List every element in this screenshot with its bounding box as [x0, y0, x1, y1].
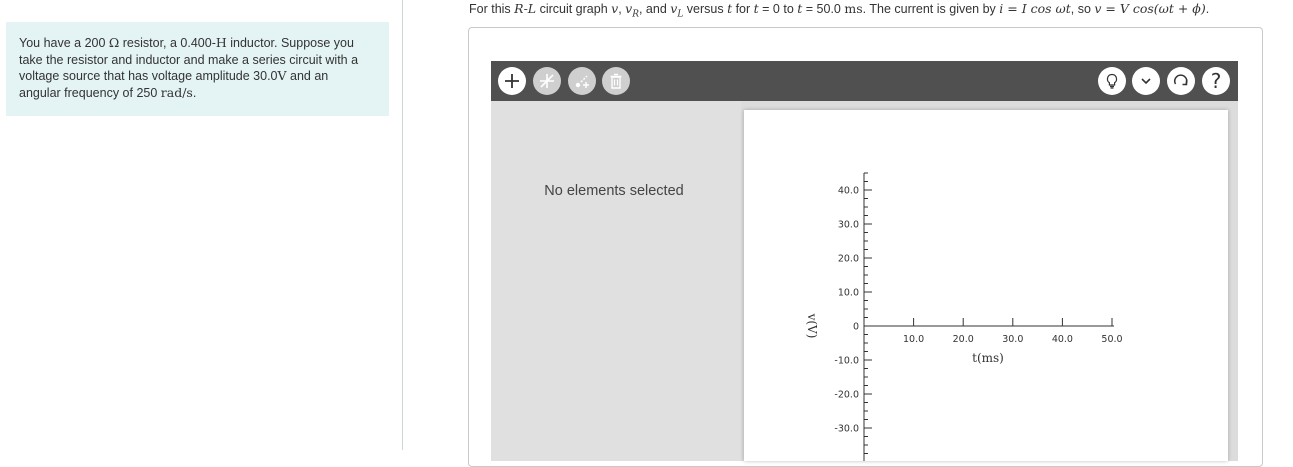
- problem-text: take the resistor and inductor and make …: [19, 52, 359, 67]
- element-properties-pane: No elements selected: [491, 101, 741, 461]
- henry-unit: H: [215, 35, 227, 50]
- more-options-button[interactable]: [1132, 67, 1160, 95]
- y-tick-label: -20.0: [834, 390, 859, 401]
- x-axis-label: t(ms): [972, 351, 1004, 365]
- question-fragment: .: [1205, 2, 1210, 16]
- ohm-symbol: Ω: [108, 35, 120, 50]
- problem-text: You have a 200: [19, 36, 109, 50]
- problem-line-1: You have a 200 Ω resistor, a 0.400-H ind…: [19, 35, 376, 52]
- y-tick-label: -30.0: [834, 424, 859, 435]
- problem-text: and an: [286, 69, 329, 83]
- help-button[interactable]: ?: [1202, 67, 1230, 95]
- x-tick-label: 10.0: [903, 334, 924, 345]
- add-element-button[interactable]: [498, 67, 526, 95]
- problem-text: inductor. Suppose you: [226, 36, 354, 50]
- problem-text: resistor, a 0.400-: [119, 36, 216, 50]
- problem-text: voltage source that has voltage amplitud…: [19, 69, 278, 83]
- lightbulb-icon: [1106, 73, 1118, 89]
- no-selection-message: No elements selected: [544, 183, 684, 199]
- problem-line-2: take the resistor and inductor and make …: [19, 52, 376, 69]
- math-vr-subscript: R: [632, 9, 639, 20]
- question-fragment: circuit graph: [536, 2, 612, 16]
- problem-line-4: angular frequency of 250 rad/s.: [19, 85, 376, 102]
- graph-canvas[interactable]: 40.0 30.0 20.0 10.0 0 -10.0 -20.0 -30.0 10.0 20.0…: [744, 110, 1228, 461]
- add-point-button[interactable]: [568, 67, 596, 95]
- question-fragment: versus: [683, 2, 728, 16]
- column-divider: [402, 0, 403, 450]
- add-point-icon: [575, 75, 589, 88]
- question-fragment: for: [732, 2, 754, 16]
- rad-per-second-unit: rad/s: [160, 84, 193, 100]
- volt-unit: V: [277, 68, 287, 83]
- question-fragment: = 0 to: [758, 2, 798, 16]
- x-tick-label: 50.0: [1101, 334, 1122, 345]
- help-icon: ?: [1210, 69, 1222, 93]
- y-tick-label: 20.0: [838, 254, 859, 265]
- math-current-equation: i = I cos ωt: [999, 1, 1071, 16]
- question-fragment: For this: [469, 2, 515, 16]
- hint-button[interactable]: [1098, 67, 1126, 95]
- no-solution-button[interactable]: [533, 67, 561, 95]
- add-icon: [505, 74, 519, 88]
- math-ms: ms: [844, 1, 863, 16]
- graphing-tool: ? No elements selected 40.0 30.0 20.0 10.0 0…: [491, 61, 1238, 461]
- y-tick-label: 30.0: [838, 220, 859, 231]
- math-voltage-equation: v = V cos(ωt + ϕ): [1094, 1, 1206, 16]
- graph-toolbar: ?: [491, 61, 1238, 101]
- question-fragment: , and: [638, 2, 671, 16]
- problem-text: angular frequency of 250: [19, 85, 161, 100]
- rotate-icon: [1174, 74, 1188, 86]
- question-fragment: . The current is given by: [862, 2, 1000, 16]
- y-tick-label: 10.0: [838, 288, 859, 299]
- math-rl: R-L: [514, 1, 537, 16]
- chevron-down-icon: [1141, 78, 1151, 85]
- question-text: For this R-L circuit graph v, vR, and vL…: [469, 0, 1289, 24]
- y-tick-label: 40.0: [838, 186, 859, 197]
- reset-button[interactable]: [1167, 67, 1195, 95]
- y-tick-label: 0: [853, 322, 859, 333]
- problem-line-3: voltage source that has voltage amplitud…: [19, 68, 376, 85]
- x-tick-label: 40.0: [1052, 334, 1073, 345]
- plot-area[interactable]: 40.0 30.0 20.0 10.0 0 -10.0 -20.0 -30.0 10.0 20.0…: [744, 110, 1228, 461]
- question-fragment: = 50.0: [802, 2, 845, 16]
- y-tick-label: -10.0: [834, 356, 859, 367]
- trash-icon: [610, 73, 622, 89]
- x-tick-label: 20.0: [953, 334, 974, 345]
- problem-text: .: [192, 85, 197, 100]
- question-fragment: , so: [1070, 2, 1095, 16]
- y-axis-label: v(V): [805, 313, 819, 339]
- delete-button[interactable]: [602, 67, 630, 95]
- x-tick-label: 30.0: [1002, 334, 1023, 345]
- no-line-icon: [540, 74, 554, 88]
- problem-statement: You have a 200 Ω resistor, a 0.400-H ind…: [6, 22, 389, 116]
